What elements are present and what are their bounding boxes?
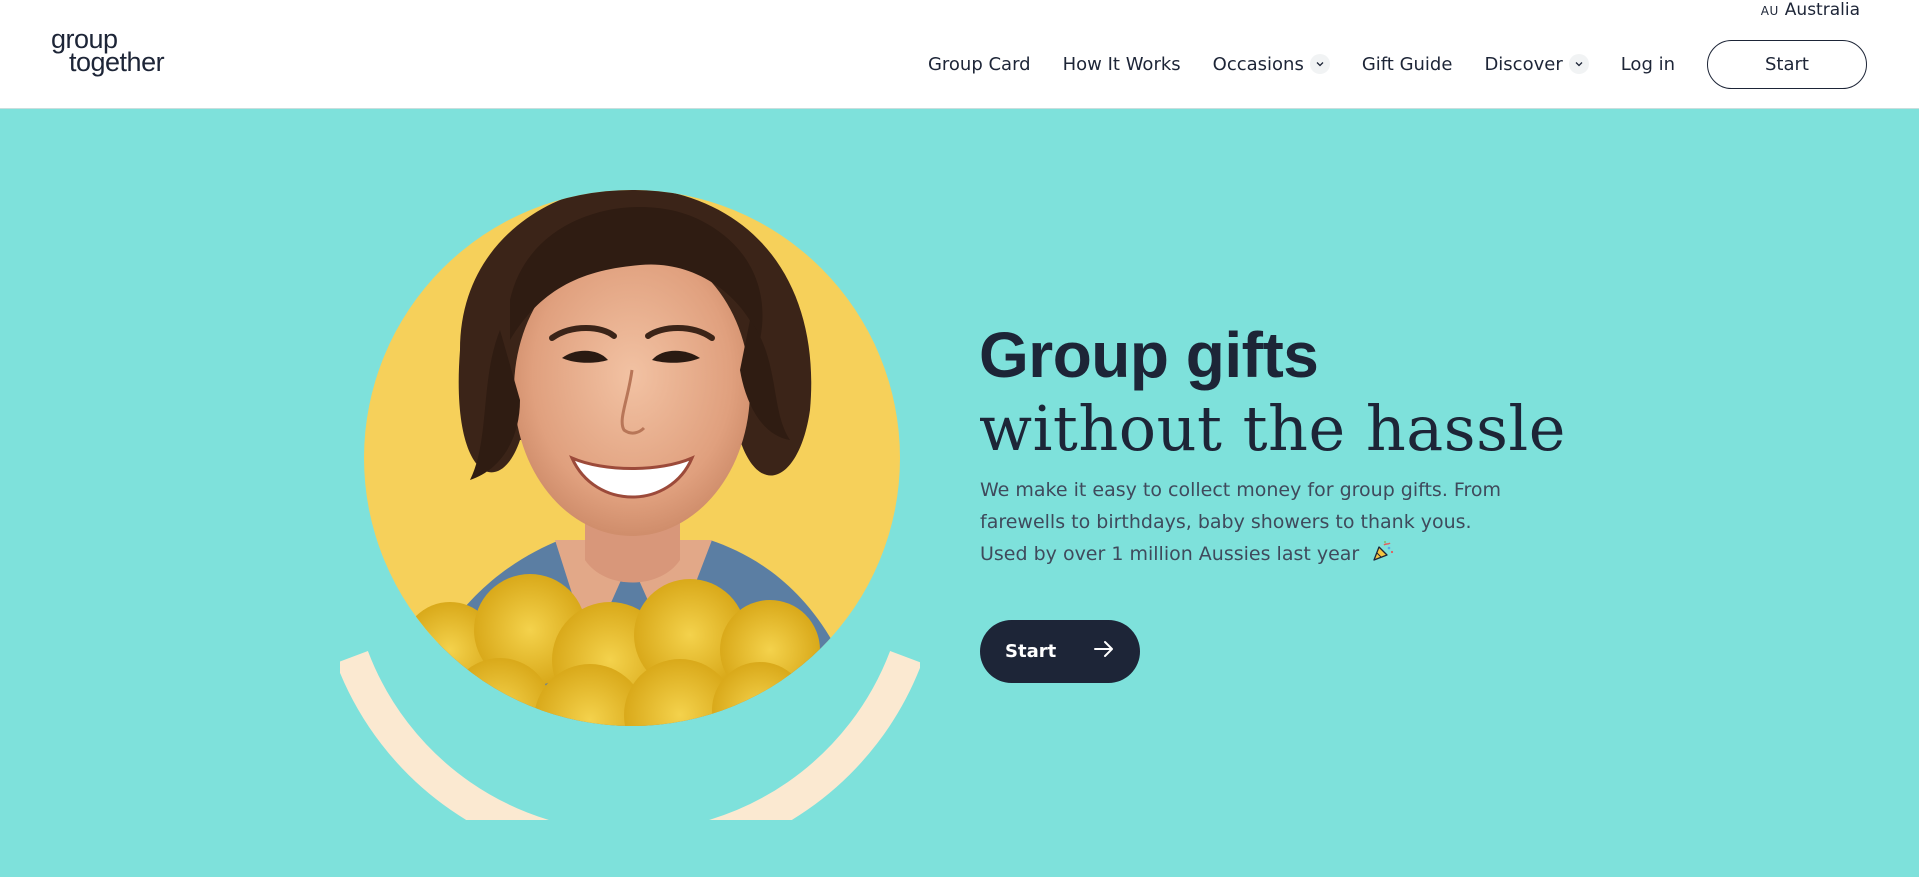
header-start-label: Start (1765, 53, 1809, 75)
description-line-text: Used by over 1 million Aussies last year (980, 543, 1360, 565)
hero-title-line-2: without the hassle (979, 392, 1566, 466)
description-line: farewells to birthdays, baby showers to … (980, 511, 1472, 533)
hero-start-label: Start (1005, 641, 1057, 662)
chevron-down-icon[interactable] (1309, 54, 1330, 74)
region-selector[interactable]: AU Australia (1761, 0, 1860, 20)
hero-headline: Group gifts without the hassle (979, 317, 1566, 465)
group-together-logo[interactable]: group together (51, 26, 165, 77)
arrow-right-icon (1092, 637, 1116, 666)
description-line: We make it easy to collect money for gro… (980, 479, 1501, 501)
hero-start-button[interactable]: Start (980, 620, 1140, 683)
nav-item-how-it-works[interactable]: How It Works (1063, 54, 1181, 75)
nav-item-label: Group Card (927, 53, 1031, 75)
description-line-3: Used by over 1 million Aussies last year (980, 538, 1500, 573)
region-code: AU (1760, 4, 1779, 18)
region-label: Australia (1784, 0, 1860, 20)
hero-title-line-1: Group gifts (979, 319, 1319, 392)
nav-item-label: Gift Guide (1361, 53, 1453, 75)
nav-item-group-card[interactable]: Group Card (928, 54, 1031, 75)
party-popper-icon (1371, 539, 1395, 573)
nav-item-label: Log in (1620, 53, 1675, 75)
nav-item-gift-guide[interactable]: Gift Guide (1362, 54, 1453, 75)
logo-line-2: together (69, 47, 165, 77)
header-start-button[interactable]: Start (1707, 39, 1867, 89)
nav-item-label: Discover (1484, 53, 1563, 75)
hero-description: We make it easy to collect money for gro… (980, 474, 1501, 573)
nav-item-label: Occasions (1212, 53, 1304, 75)
nav-item-occasions[interactable]: Occasions (1213, 54, 1330, 75)
nav-item-log-in[interactable]: Log in (1621, 54, 1675, 75)
nav-item-label: How It Works (1062, 53, 1181, 75)
main-nav: Group Card How It Works Occasions Gift G… (928, 39, 1867, 89)
portrait-photo (364, 190, 900, 726)
chevron-down-icon[interactable] (1568, 54, 1589, 74)
hero-image (336, 180, 922, 866)
top-navigation-bar: group together AU Australia Group Card H… (0, 0, 1919, 109)
nav-item-discover[interactable]: Discover (1484, 53, 1589, 75)
